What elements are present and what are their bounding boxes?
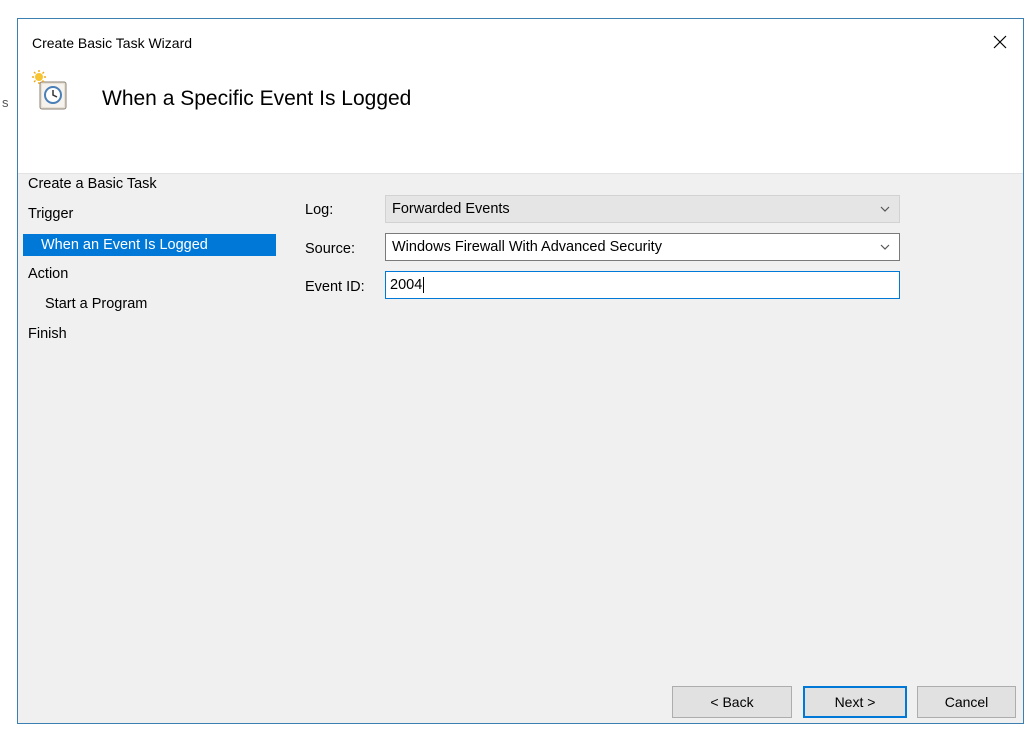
log-value: Forwarded Events <box>392 201 510 217</box>
nav-item-trigger[interactable]: Trigger <box>28 206 73 222</box>
window-title: Create Basic Task Wizard <box>32 35 193 51</box>
wizard-content: Create a Basic Task Trigger When an Even… <box>18 174 1023 723</box>
back-button[interactable]: < Back <box>672 686 792 718</box>
next-button[interactable]: Next > <box>803 686 907 718</box>
background-window-edge: s <box>0 0 18 730</box>
nav-item-start-program[interactable]: Start a Program <box>45 296 147 312</box>
nav-item-finish[interactable]: Finish <box>28 326 67 342</box>
source-dropdown[interactable]: Windows Firewall With Advanced Security <box>385 233 900 261</box>
log-label: Log: <box>305 202 334 218</box>
nav-item-action[interactable]: Action <box>28 266 68 282</box>
log-dropdown[interactable]: Forwarded Events <box>385 195 900 223</box>
text-caret <box>423 277 425 293</box>
close-button[interactable] <box>977 19 1023 65</box>
chevron-down-icon <box>880 206 890 212</box>
nav-item-create-basic-task[interactable]: Create a Basic Task <box>28 176 157 192</box>
source-label: Source: <box>305 241 355 257</box>
close-icon <box>993 35 1007 49</box>
page-title: When a Specific Event Is Logged <box>102 87 412 110</box>
wizard-header: When a Specific Event Is Logged <box>18 65 1023 174</box>
event-id-label: Event ID: <box>305 279 365 295</box>
source-value: Windows Firewall With Advanced Security <box>392 239 662 255</box>
event-id-value: 2004 <box>390 277 423 293</box>
event-id-input[interactable]: 2004 <box>385 271 900 299</box>
background-text-fragment: s <box>2 95 9 110</box>
scheduled-task-clock-icon <box>32 70 67 110</box>
chevron-down-icon <box>880 244 890 250</box>
nav-item-when-event-logged[interactable]: When an Event Is Logged <box>23 234 276 256</box>
title-bar: Create Basic Task Wizard <box>18 19 1023 65</box>
cancel-button[interactable]: Cancel <box>917 686 1016 718</box>
create-basic-task-wizard-dialog: Create Basic Task Wizard When a Specific… <box>17 18 1024 724</box>
